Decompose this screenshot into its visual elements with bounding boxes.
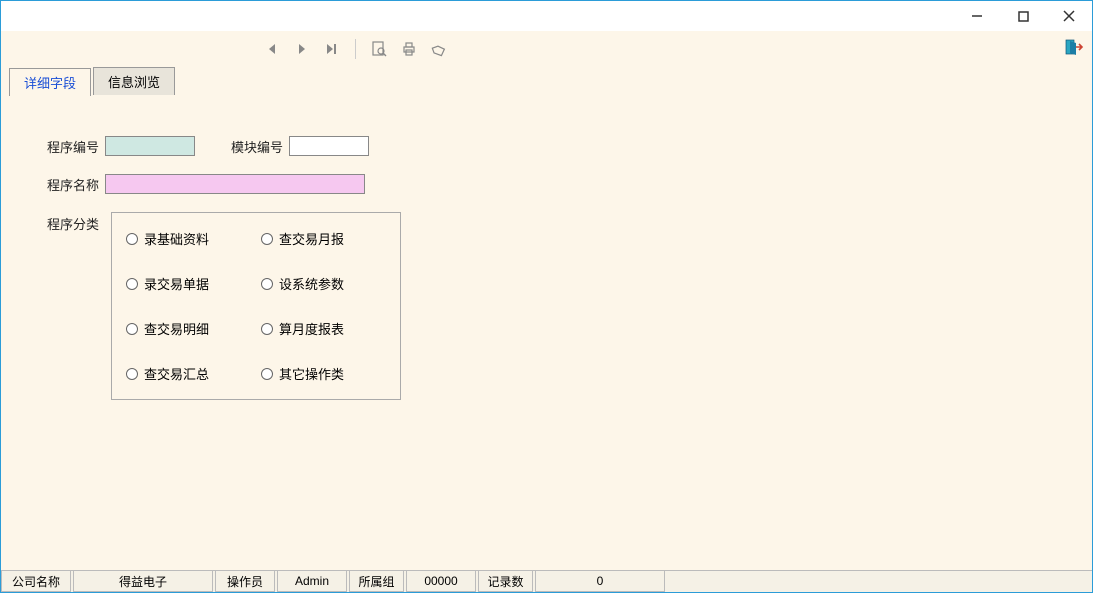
radio-transaction-bill[interactable]: 录交易单据 xyxy=(126,274,251,293)
radio-transaction-detail[interactable]: 查交易明细 xyxy=(126,319,251,338)
close-button[interactable] xyxy=(1046,1,1092,31)
program-name-input[interactable] xyxy=(105,174,365,194)
module-code-label: 模块编号 xyxy=(231,137,283,156)
nav-next-icon[interactable] xyxy=(291,38,313,60)
program-category-label: 程序分类 xyxy=(47,212,99,233)
status-operator-value: Admin xyxy=(277,571,347,592)
radio-other-op[interactable]: 其它操作类 xyxy=(261,364,386,383)
status-records-value: 0 xyxy=(535,571,665,592)
toolbar xyxy=(1,31,1092,67)
titlebar xyxy=(1,1,1092,31)
maximize-button[interactable] xyxy=(1000,1,1046,31)
radio-system-params[interactable]: 设系统参数 xyxy=(261,274,386,293)
status-bar: 公司名称 得益电子 操作员 Admin 所属组 00000 记录数 0 xyxy=(1,570,1092,592)
program-code-input[interactable] xyxy=(105,136,195,156)
status-company-label: 公司名称 xyxy=(1,571,71,592)
toolbar-separator xyxy=(355,39,356,59)
program-code-label: 程序编号 xyxy=(47,137,99,156)
preview-icon[interactable] xyxy=(368,38,390,60)
module-code-input[interactable] xyxy=(289,136,369,156)
nav-prev-icon[interactable] xyxy=(261,38,283,60)
radio-label: 查交易明细 xyxy=(144,319,209,338)
radio-monthly-report[interactable]: 查交易月报 xyxy=(261,229,386,248)
tab-detail-fields[interactable]: 详细字段 xyxy=(9,68,91,96)
status-records-label: 记录数 xyxy=(478,571,533,592)
radio-monthly-calc[interactable]: 算月度报表 xyxy=(261,319,386,338)
radio-basic-data[interactable]: 录基础资料 xyxy=(126,229,251,248)
tab-strip: 详细字段 信息浏览 xyxy=(1,67,1092,96)
radio-label: 查交易月报 xyxy=(279,229,344,248)
status-operator-label: 操作员 xyxy=(215,571,275,592)
status-group-value: 00000 xyxy=(406,571,476,592)
status-group-label: 所属组 xyxy=(349,571,404,592)
print-icon[interactable] xyxy=(398,38,420,60)
tab-info-browse[interactable]: 信息浏览 xyxy=(93,67,175,95)
status-company-value: 得益电子 xyxy=(73,571,213,592)
radio-label: 设系统参数 xyxy=(279,274,344,293)
radio-label: 其它操作类 xyxy=(279,364,344,383)
radio-label: 录交易单据 xyxy=(144,274,209,293)
category-group: 录基础资料 查交易月报 录交易单据 设系统参数 查交易明细 算月度报表 查交易汇… xyxy=(111,212,401,400)
exit-icon[interactable] xyxy=(1064,37,1086,59)
radio-label: 查交易汇总 xyxy=(144,364,209,383)
radio-transaction-summary[interactable]: 查交易汇总 xyxy=(126,364,251,383)
tag-icon[interactable] xyxy=(428,38,450,60)
radio-label: 录基础资料 xyxy=(144,229,209,248)
minimize-button[interactable] xyxy=(954,1,1000,31)
form-panel: 程序编号 模块编号 程序名称 程序分类 录基础资料 查交易月报 录交易单据 设系… xyxy=(1,96,1092,570)
nav-last-icon[interactable] xyxy=(321,38,343,60)
program-name-label: 程序名称 xyxy=(47,175,99,194)
radio-label: 算月度报表 xyxy=(279,319,344,338)
